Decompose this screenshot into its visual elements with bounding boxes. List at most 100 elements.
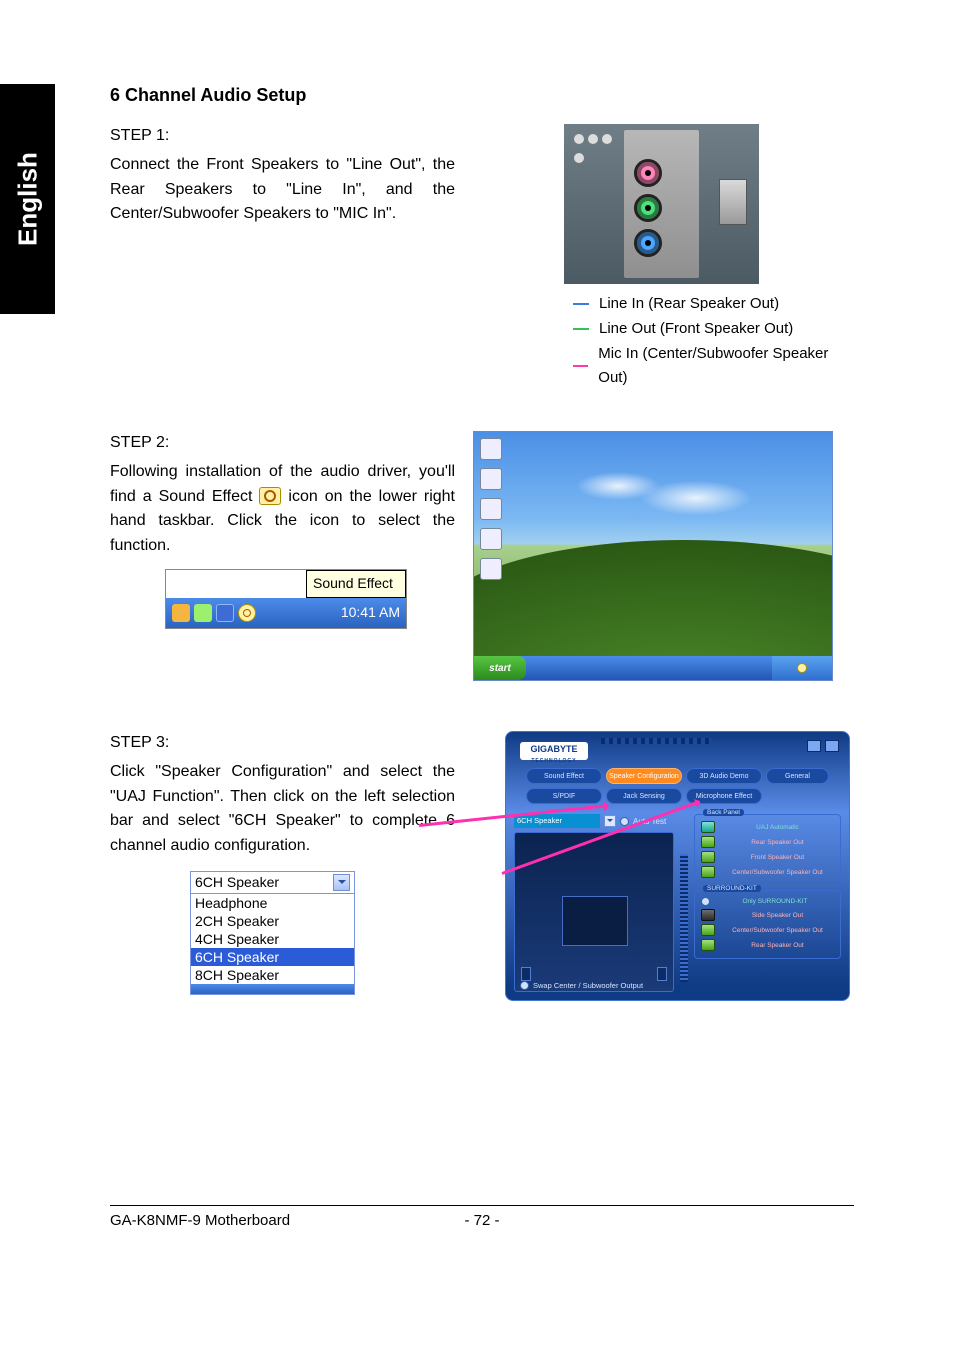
jack-mic-in — [634, 159, 662, 187]
window-controls — [807, 740, 839, 752]
start-button[interactable]: start — [474, 656, 526, 680]
tray-icon[interactable] — [194, 604, 212, 622]
dropdown-option-2ch[interactable]: 2CH Speaker — [191, 912, 354, 930]
taskbar-screenshot: Sound Effect 10:41 AM — [165, 569, 407, 629]
step2-block: STEP 2: Following installation of the au… — [110, 431, 850, 681]
chevron-down-icon[interactable] — [604, 815, 616, 827]
dropdown-selected: 6CH Speaker — [195, 872, 279, 894]
step1-label: STEP 1: — [110, 124, 455, 149]
channel-select[interactable]: 6CH Speaker — [514, 814, 600, 828]
tray-icon[interactable] — [172, 604, 190, 622]
rear-io-panel — [564, 124, 759, 284]
usb-port — [719, 179, 747, 225]
jack-callouts: Line In (Rear Speaker Out) Line Out (Fro… — [573, 292, 850, 391]
swap-center-subwoofer[interactable]: Swap Center / Subwoofer Output — [520, 981, 643, 990]
tray-clock: 10:41 AM — [341, 602, 400, 624]
swap-radio[interactable] — [520, 981, 529, 990]
desktop-icon[interactable] — [480, 438, 502, 460]
desktop-icon[interactable] — [480, 558, 502, 580]
xp-desktop-screenshot: start — [473, 431, 833, 681]
jack-toggle[interactable] — [701, 866, 715, 878]
page-content: 6 Channel Audio Setup STEP 1: Connect th… — [110, 85, 850, 1001]
jack-line-out — [634, 194, 662, 222]
dropdown-option-4ch[interactable]: 4CH Speaker — [191, 930, 354, 948]
panel-decoration — [601, 738, 711, 744]
step1-body: Connect the Front Speakers to "Line Out"… — [110, 156, 455, 223]
step3-block: STEP 3: Click "Speaker Configuration" an… — [110, 731, 850, 1001]
tab-spdif[interactable]: S/PDIF — [526, 788, 602, 804]
brand-subtext: TECHNOLOGY — [520, 755, 588, 767]
panel-body: 6CH Speaker Auto Test Back Panel — [514, 814, 841, 992]
panel-right: Back Panel UAJ Automatic Rear Speaker Ou… — [694, 814, 841, 992]
speaker-room-preview — [514, 832, 674, 992]
tab-sound-effect[interactable]: Sound Effect — [526, 768, 602, 784]
uaj-auto-label: UAJ Automatic — [721, 824, 834, 831]
only-kit-label: Only SURROUND-KIT — [716, 898, 834, 905]
step3-body: Click "Speaker Configuration" and select… — [110, 763, 455, 854]
step2-label: STEP 2: — [110, 431, 455, 456]
tab-3d-audio-demo[interactable]: 3D Audio Demo — [686, 768, 762, 784]
callout-mic-in: Mic In (Center/Subwoofer Speaker Out) — [573, 342, 850, 392]
speaker-icon — [657, 967, 667, 981]
tray-sound-effect-icon[interactable] — [238, 604, 256, 622]
dropdown-list: Headphone 2CH Speaker 4CH Speaker 6CH Sp… — [191, 894, 354, 984]
jack-label: Side Speaker Out — [721, 912, 834, 919]
step2-text: STEP 2: Following installation of the au… — [110, 431, 455, 681]
auto-test-radio[interactable] — [620, 817, 629, 826]
footer-page-number: - 72 - — [464, 1212, 499, 1229]
xp-desktop-icons — [480, 438, 502, 580]
gigabyte-logo: GIGABYTE TECHNOLOGY — [520, 742, 588, 760]
minimize-icon[interactable] — [807, 740, 821, 752]
tray-sound-effect-icon[interactable] — [797, 663, 807, 673]
step1-text: STEP 1: Connect the Front Speakers to "L… — [110, 124, 455, 391]
system-tray: 10:41 AM — [166, 598, 406, 628]
jack-toggle[interactable] — [701, 909, 715, 921]
jack-label: Front Speaker Out — [721, 854, 834, 861]
page-footer: GA-K8NMF-9 Motherboard - 72 - — [110, 1212, 854, 1229]
jack-label: Center/Subwoofer Speaker Out — [721, 927, 834, 934]
dropdown-option-6ch[interactable]: 6CH Speaker — [191, 948, 354, 966]
dropdown-head[interactable]: 6CH Speaker — [191, 872, 354, 894]
tab-jack-sensing[interactable]: Jack Sensing — [606, 788, 682, 804]
desktop-icon[interactable] — [480, 468, 502, 490]
callout-line-in-label: Line In (Rear Speaker Out) — [599, 292, 779, 317]
panel-tabs: Sound Effect Speaker Configuration 3D Au… — [526, 768, 829, 804]
callout-line-in: Line In (Rear Speaker Out) — [573, 292, 850, 317]
jack-toggle[interactable] — [701, 851, 715, 863]
footer-rule — [110, 1205, 854, 1206]
callout-mic-in-label: Mic In (Center/Subwoofer Speaker Out) — [598, 342, 850, 392]
jack-line-in — [634, 229, 662, 257]
speaker-channel-dropdown[interactable]: 6CH Speaker Headphone 2CH Speaker 4CH Sp… — [190, 871, 355, 995]
tab-general[interactable]: General — [766, 768, 829, 784]
jack-label: Rear Speaker Out — [721, 942, 834, 949]
uaj-toggle[interactable] — [701, 821, 715, 833]
close-icon[interactable] — [825, 740, 839, 752]
brand-text: GIGABYTE — [530, 744, 577, 754]
desktop-icon[interactable] — [480, 498, 502, 520]
only-kit-radio[interactable] — [701, 897, 710, 906]
sound-effect-tooltip: Sound Effect — [306, 570, 406, 598]
surround-kit-box: SURROUND-KIT Only SURROUND-KIT Side Spea… — [694, 890, 841, 959]
chevron-down-icon[interactable] — [333, 874, 350, 891]
step1-image-area: Line In (Rear Speaker Out) Line Out (Fro… — [473, 124, 850, 391]
speaker-icon — [521, 967, 531, 981]
jack-toggle[interactable] — [701, 836, 715, 848]
callout-line-in-indicator — [573, 303, 589, 305]
xp-wallpaper-clouds — [514, 462, 774, 522]
back-panel-box: Back Panel UAJ Automatic Rear Speaker Ou… — [694, 814, 841, 886]
language-side-tab: English — [0, 84, 55, 314]
tab-speaker-config[interactable]: Speaker Configuration — [606, 768, 682, 784]
desktop-icon[interactable] — [480, 528, 502, 550]
swap-label: Swap Center / Subwoofer Output — [533, 981, 643, 990]
step3-text: STEP 3: Click "Speaker Configuration" an… — [110, 731, 455, 1001]
step3-label: STEP 3: — [110, 731, 455, 756]
dropdown-footer — [191, 984, 354, 994]
language-label: English — [12, 152, 43, 246]
jack-toggle[interactable] — [701, 939, 715, 951]
tray-icon[interactable] — [216, 604, 234, 622]
dropdown-option-8ch[interactable]: 8CH Speaker — [191, 966, 354, 984]
dropdown-option-headphone[interactable]: Headphone — [191, 894, 354, 912]
sound-effect-icon — [259, 487, 281, 505]
jack-toggle[interactable] — [701, 924, 715, 936]
panel-grip — [680, 854, 688, 982]
